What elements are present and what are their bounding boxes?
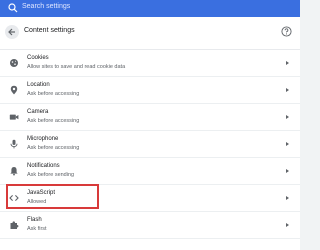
page-title: Content settings <box>24 27 75 34</box>
microphone-icon <box>10 139 18 149</box>
search-icon <box>8 3 18 13</box>
chevron-right-icon <box>286 115 289 119</box>
notifications-highlight-box <box>6 184 99 209</box>
search-input[interactable]: Search settings <box>22 3 70 10</box>
row-title: Microphone <box>27 136 59 142</box>
chevron-right-icon <box>286 169 289 173</box>
top-search-bar[interactable]: Search settings <box>0 0 300 17</box>
setting-row-camera[interactable]: Camera Ask before accessing <box>0 104 300 131</box>
setting-row-location[interactable]: Location Ask before accessing <box>0 77 300 104</box>
row-title: Location <box>27 82 50 88</box>
row-title: Camera <box>27 109 49 115</box>
settings-list: Cookies Allow sites to save and read coo… <box>0 50 300 239</box>
row-subtitle: Ask before sending <box>27 172 75 178</box>
content-settings-header: Content settings <box>0 17 300 49</box>
help-icon[interactable] <box>281 26 292 37</box>
row-subtitle: Ask before accessing <box>27 145 80 151</box>
chevron-right-icon <box>286 142 289 146</box>
setting-row-notifications[interactable]: Notifications Ask before sending <box>0 158 300 185</box>
puzzle-icon <box>10 221 19 229</box>
row-title: Notifications <box>27 163 60 169</box>
chevron-right-icon <box>286 196 289 200</box>
chevron-right-icon <box>286 223 289 227</box>
setting-row-flash[interactable]: Flash Ask first <box>0 212 300 239</box>
row-title: Cookies <box>27 55 49 61</box>
setting-row-cookies[interactable]: Cookies Allow sites to save and read coo… <box>0 50 300 77</box>
chevron-right-icon <box>286 88 289 92</box>
cookie-icon <box>10 59 18 67</box>
camera-icon <box>9 114 19 120</box>
chevron-right-icon <box>286 61 289 65</box>
content-settings-panel: Content settings Cookies Allow sites to … <box>0 17 300 250</box>
bell-icon <box>10 167 18 176</box>
row-subtitle: Ask before accessing <box>27 91 80 97</box>
row-title: Flash <box>27 217 42 223</box>
back-arrow-icon <box>8 28 15 36</box>
back-button[interactable] <box>5 25 19 39</box>
row-subtitle: Ask before accessing <box>27 118 80 124</box>
row-subtitle: Ask first <box>27 226 47 232</box>
location-pin-icon <box>10 85 18 95</box>
row-subtitle: Allow sites to save and read cookie data <box>27 64 126 70</box>
setting-row-microphone[interactable]: Microphone Ask before accessing <box>0 131 300 158</box>
